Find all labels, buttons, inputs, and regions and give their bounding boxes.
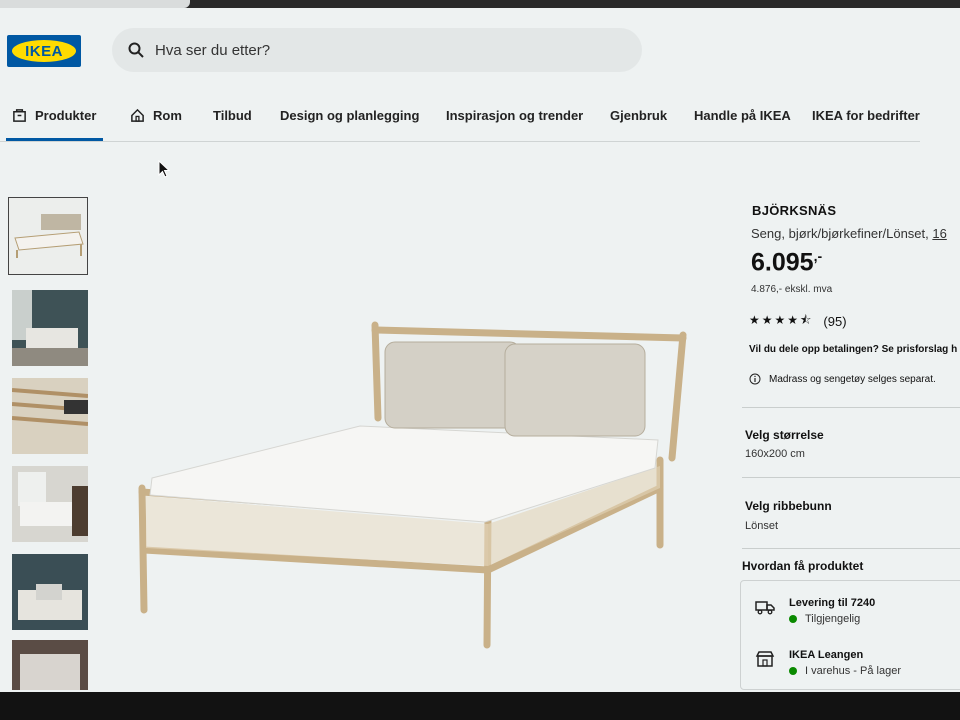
nav-label: Inspirasjon og trender: [446, 108, 584, 123]
how-to-get-title: Hvordan få produktet: [742, 559, 864, 573]
monitor-bezel-top: [0, 0, 960, 8]
nav-design[interactable]: Design og planlegging: [280, 108, 419, 123]
nav-gjenbruk[interactable]: Gjenbruk: [610, 108, 667, 123]
delivery-title: Levering til 7240: [789, 597, 876, 609]
browser-screen: IKEA Hva ser du etter? Produkter Rom Til…: [0, 0, 960, 692]
slats-section-title[interactable]: Velg ribbebunn: [745, 499, 832, 513]
store-option[interactable]: IKEA Leangen I varehus - På lager: [755, 649, 901, 677]
nav-tilbud[interactable]: Tilbud: [213, 108, 252, 123]
nav-divider: [0, 141, 920, 142]
truck-icon: [755, 601, 775, 615]
divider: [742, 407, 960, 408]
home-icon: [131, 108, 144, 122]
size-section-title[interactable]: Velg størrelse: [745, 428, 824, 442]
product-price: 6.095,-: [751, 248, 822, 277]
note-text: Madrass og sengetøy selges separat.: [769, 373, 936, 385]
price-suffix: ,-: [813, 248, 823, 264]
nav-inspirasjon[interactable]: Inspirasjon og trender: [446, 108, 583, 123]
thumbnail-3[interactable]: [12, 378, 88, 454]
thumbnail-4[interactable]: [12, 466, 88, 542]
ikea-logo[interactable]: IKEA: [7, 35, 81, 67]
nav-label: Produkter: [35, 108, 97, 123]
product-note: Madrass og sengetøy selges separat.: [749, 373, 936, 385]
nav-bedrifter[interactable]: IKEA for bedrifter: [812, 108, 920, 123]
nav-label: Handle på IKEA: [694, 108, 791, 123]
availability-dot-icon: [789, 615, 797, 623]
thumbnail-1[interactable]: [8, 197, 88, 275]
search-input[interactable]: Hva ser du etter?: [155, 42, 270, 59]
nav-rom[interactable]: Rom: [130, 108, 182, 123]
nav-label: IKEA for bedrifter: [812, 108, 920, 123]
nav-label: Gjenbruk: [610, 108, 668, 123]
nav-label: Design og planlegging: [280, 108, 420, 123]
info-icon: [749, 373, 761, 385]
store-icon: [755, 651, 775, 667]
store-status-text: I varehus - På lager: [805, 665, 901, 677]
thumbnail-6[interactable]: [12, 640, 88, 690]
nav-label: Rom: [153, 108, 182, 123]
thumbnail-5[interactable]: [12, 554, 88, 630]
store-title: IKEA Leangen: [789, 649, 864, 661]
slats-value: Lönset: [745, 520, 779, 532]
nav-handle[interactable]: Handle på IKEA: [694, 108, 791, 123]
tag-icon: [13, 109, 26, 122]
mouse-cursor-icon: [158, 160, 170, 178]
product-name: BJÖRKSNÄS: [752, 203, 837, 218]
thumbnail-2[interactable]: [12, 290, 88, 366]
divider: [742, 477, 960, 478]
product-main-image[interactable]: [130, 300, 700, 660]
divider: [742, 548, 960, 549]
rating-stars: ★★★★⯪: [749, 313, 814, 327]
main-nav: Produkter Rom Tilbud Design og planleggi…: [0, 100, 960, 142]
price-value: 6.095: [751, 248, 814, 277]
search-icon: [128, 42, 144, 58]
search-bar[interactable]: Hva ser du etter?: [112, 28, 642, 72]
size-link[interactable]: 16: [932, 226, 946, 241]
product-description: Seng, bjørk/bjørkefiner/Lönset, 16: [751, 226, 947, 241]
delivery-status: Tilgjengelig: [789, 613, 875, 625]
nav-label: Tilbud: [213, 108, 252, 123]
nav-produkter[interactable]: Produkter: [12, 108, 96, 123]
review-count: (95): [823, 314, 847, 329]
availability-dot-icon: [789, 667, 797, 675]
delivery-option[interactable]: Levering til 7240 Tilgjengelig: [755, 597, 875, 625]
store-status: I varehus - På lager: [789, 665, 901, 677]
product-rating[interactable]: ★★★★⯪ (95): [749, 311, 847, 332]
delivery-options-box: Levering til 7240 Tilgjengelig IKEA Lean…: [740, 580, 960, 690]
logo-text: IKEA: [12, 40, 76, 62]
description-text: Seng, bjørk/bjørkefiner/Lönset,: [751, 226, 933, 241]
monitor-bezel-bottom: [0, 692, 960, 720]
size-value: 160x200 cm: [745, 448, 805, 460]
delivery-status-text: Tilgjengelig: [805, 613, 861, 625]
split-payment-link[interactable]: Vil du dele opp betalingen? Se prisforsl…: [749, 344, 957, 355]
price-ex-vat: 4.876,- ekskl. mva: [751, 284, 833, 295]
